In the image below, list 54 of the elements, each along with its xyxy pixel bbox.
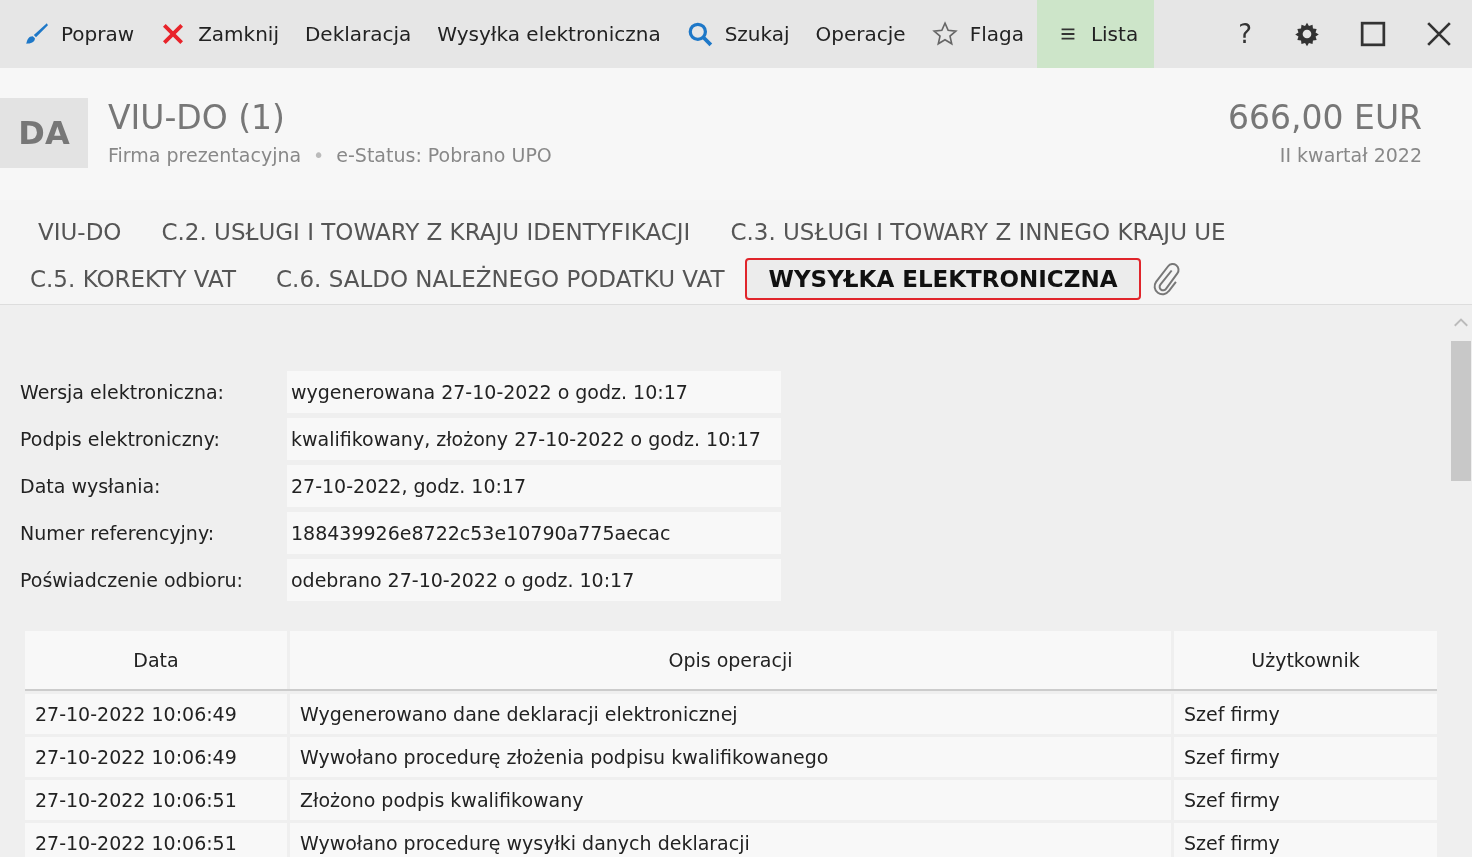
table-cell: Wywołano procedurę złożenia podpisu kwalifikowanego — [290, 737, 1171, 777]
toolbar-button[interactable]: Deklaracja — [291, 0, 425, 68]
table-cell: Złożono podpis kwalifikowany — [290, 780, 1171, 820]
toolbar-button[interactable]: Zamknij — [147, 0, 292, 68]
maximize-icon[interactable] — [1360, 21, 1386, 47]
table-cell: Szef firmy — [1174, 780, 1437, 820]
amount: 666,00 EUR — [1228, 98, 1422, 138]
star-icon — [931, 21, 958, 47]
table-cell: 27-10-2022 10:06:51 — [25, 780, 287, 820]
tab[interactable]: VIU-DO — [18, 210, 142, 253]
document-title: VIU-DO (1) — [108, 98, 286, 138]
column-header: Data — [25, 631, 287, 689]
toolbar-button[interactable]: Operacje — [802, 0, 919, 68]
table-cell: Wygenerowano dane deklaracji elektronicznej — [290, 694, 1171, 734]
table-cell: Wywołano procedurę wysyłki danych deklaracji — [290, 823, 1171, 857]
period: II kwartał 2022 — [1278, 144, 1422, 166]
field-label: Podpis elektroniczny: — [20, 428, 221, 450]
table-cell: Szef firmy — [1174, 823, 1437, 857]
toolbar-button[interactable]: Flaga — [918, 0, 1037, 68]
field-label: Data wysłania: — [20, 475, 162, 497]
column-header: Opis operacji — [290, 631, 1171, 689]
help-button[interactable]: ? — [1216, 0, 1274, 68]
toolbar-button[interactable]: Szukaj — [673, 0, 803, 68]
table-cell: Szef firmy — [1174, 694, 1437, 734]
close-icon[interactable] — [1426, 21, 1452, 47]
settings-icon[interactable] — [1294, 21, 1320, 47]
table-cell: Szef firmy — [1174, 737, 1437, 777]
field-value: odebrano 27-10-2022 o godz. 10:17 — [287, 559, 781, 601]
field-value: wygenerowana 27-10-2022 o godz. 10:17 — [287, 371, 781, 413]
scrollbar-thumb[interactable] — [1451, 341, 1471, 481]
tab[interactable]: C.5. KOREKTY VAT — [10, 257, 257, 300]
toolbar-button[interactable]: Lista — [1036, 0, 1155, 68]
toolbar-button[interactable]: Popraw — [10, 0, 148, 68]
company-name: Firma prezentacyjna — [108, 144, 302, 166]
field-value: 188439926e8722c53e10790a775aecac — [287, 512, 781, 554]
tab[interactable]: WYSYŁKA ELEKTRONICZNA — [744, 257, 1142, 300]
field-value: 27-10-2022, godz. 10:17 — [287, 465, 781, 507]
search-icon — [686, 21, 713, 47]
document-badge: DA — [0, 98, 88, 168]
status-text: e-Status: Pobrano UPO — [336, 144, 552, 166]
field-value: kwalifikowany, złożony 27-10-2022 o godz. 10:17 — [287, 418, 781, 460]
field-label: Poświadczenie odbioru: — [20, 569, 244, 591]
table-cell: 27-10-2022 10:06:51 — [25, 823, 287, 857]
field-label: Wersja elektroniczna: — [20, 381, 225, 403]
field-label: Numer referencyjny: — [20, 522, 216, 544]
separator-dot: • — [313, 144, 325, 166]
tab[interactable]: C.6. SALDO NALEŻNEGO PODATKU VAT — [256, 257, 745, 300]
table-cell: 27-10-2022 10:06:49 — [25, 737, 287, 777]
brush-icon — [23, 21, 49, 47]
toolbar-button[interactable]: Wysyłka elektroniczna — [424, 0, 674, 68]
table-cell: 27-10-2022 10:06:49 — [25, 694, 287, 734]
tab[interactable]: C.2. USŁUGI I TOWARY Z KRAJU IDENTYFIKACJI — [141, 210, 711, 253]
tab[interactable]: C.3. USŁUGI I TOWARY Z INNEGO KRAJU UE — [710, 210, 1246, 253]
column-header: Użytkownik — [1174, 631, 1437, 689]
